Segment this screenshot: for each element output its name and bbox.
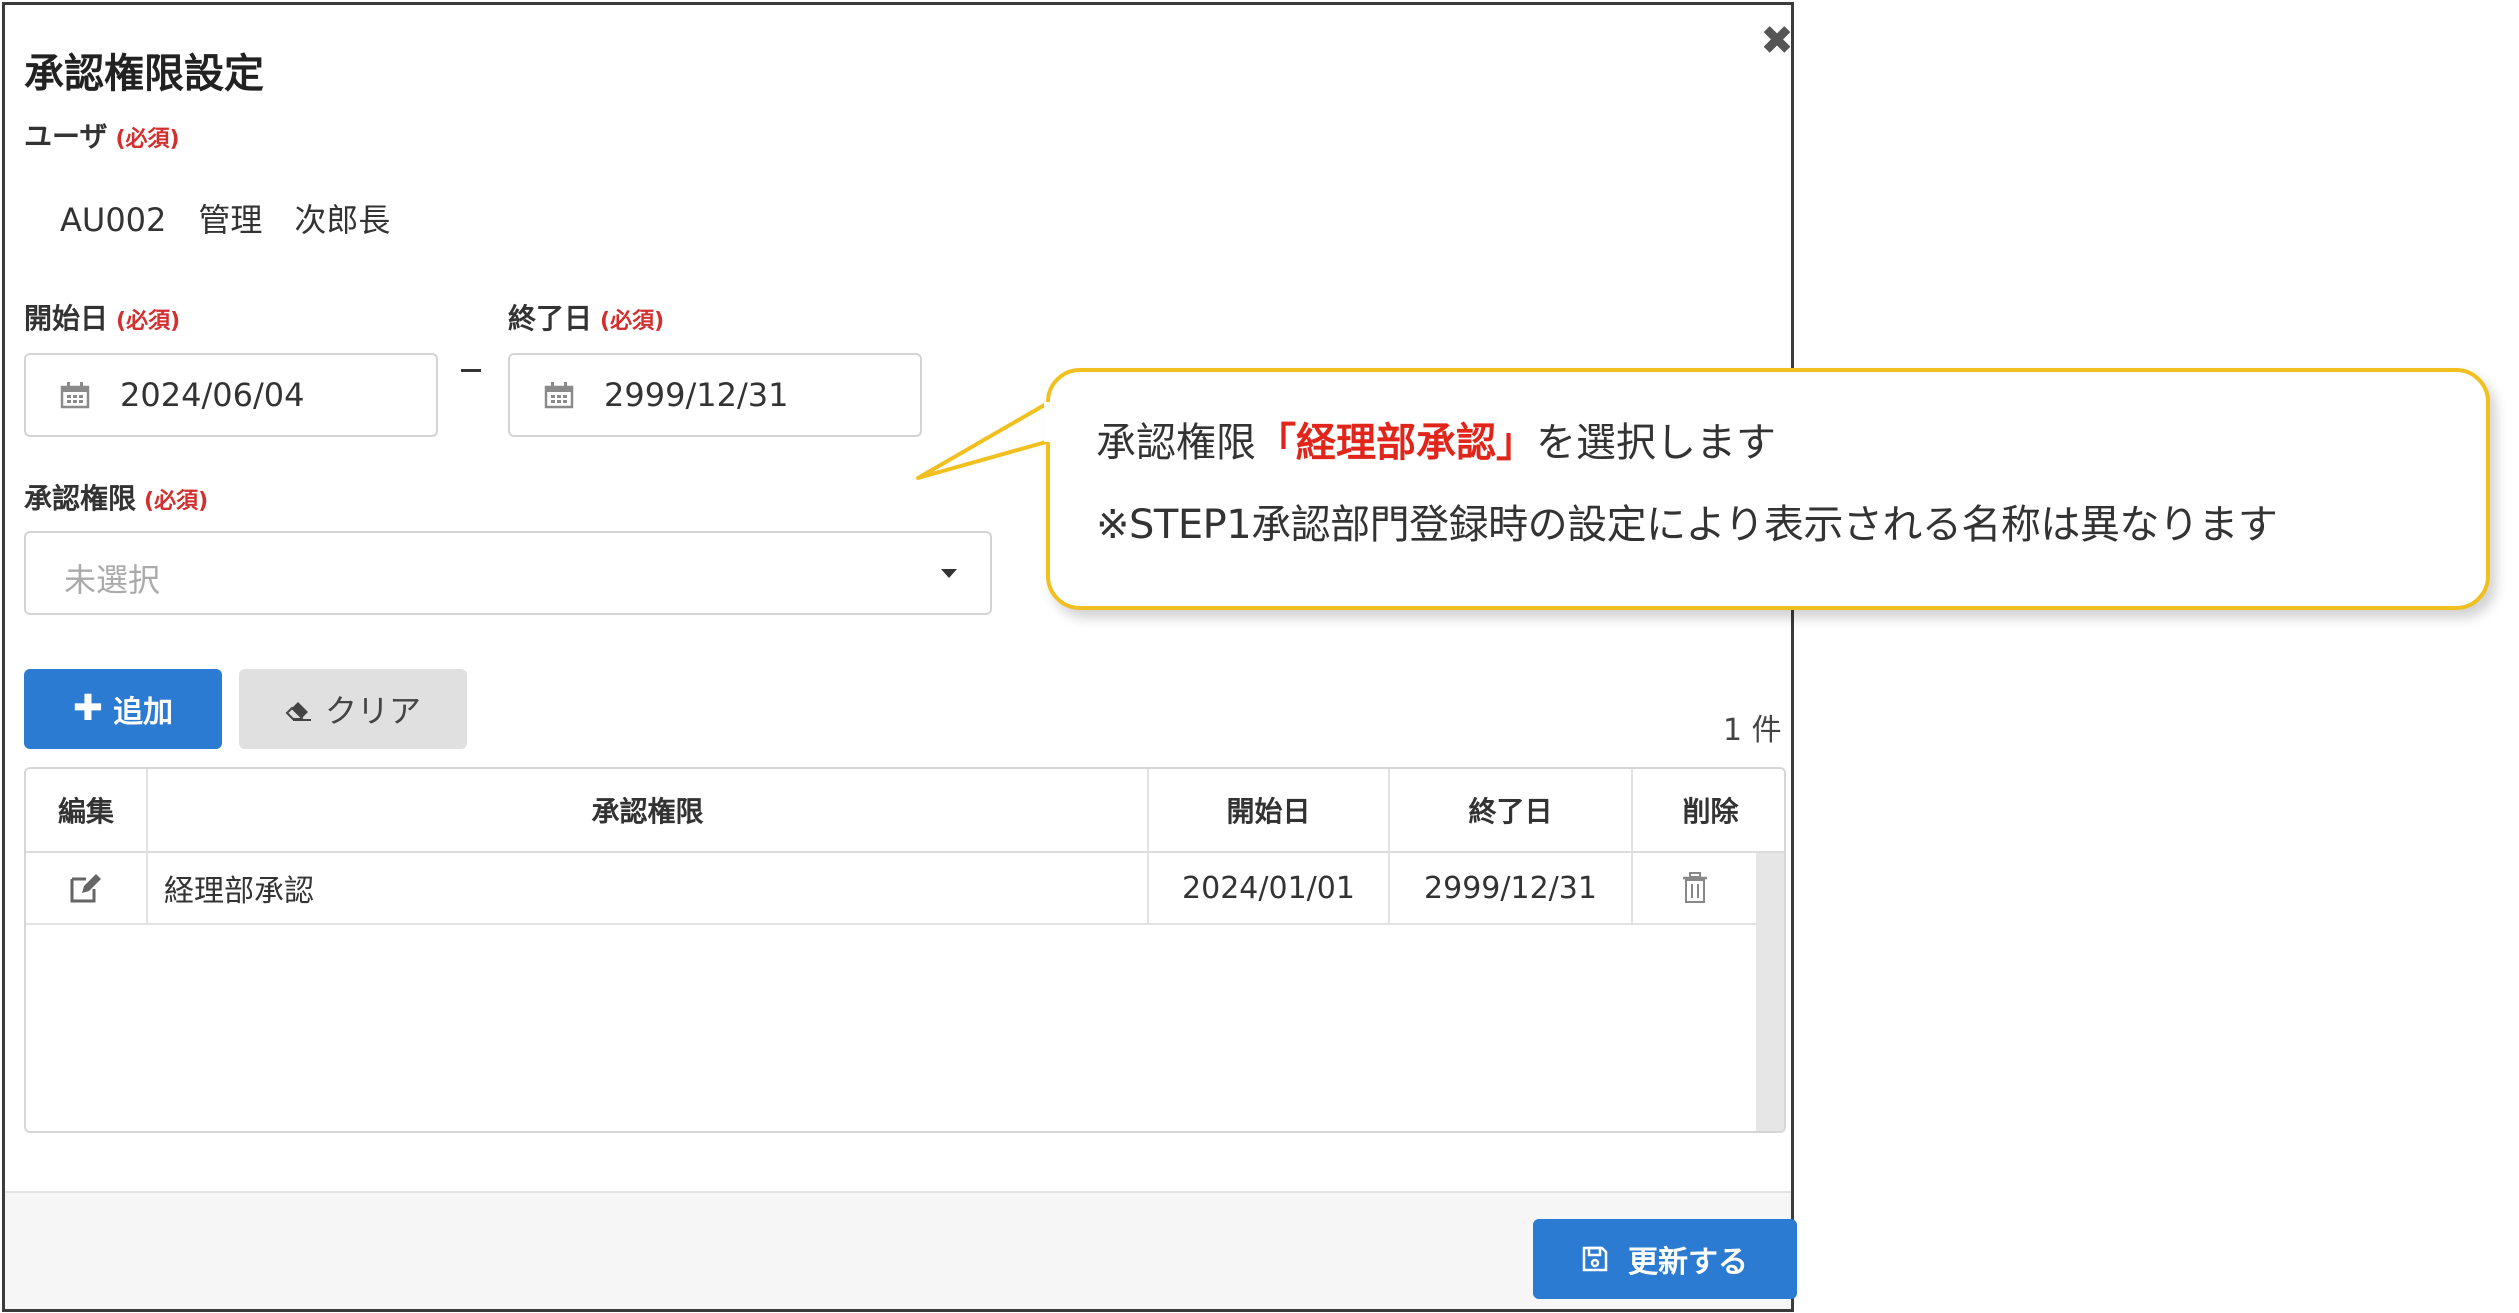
end-date-value: 2999/12/31 <box>604 376 789 414</box>
end-date-cell: 2999/12/31 <box>1390 853 1633 925</box>
eraser-icon <box>285 702 311 721</box>
date-range-separator <box>461 369 481 372</box>
delete-cell <box>1633 853 1756 925</box>
calendar-icon <box>544 382 574 409</box>
required-mark: (必須) <box>144 489 209 514</box>
column-header-edit: 編集 <box>26 769 148 853</box>
edit-icon[interactable] <box>68 871 104 905</box>
authority-label-text: 承認権限 <box>24 482 137 515</box>
required-mark: (必須) <box>116 309 181 334</box>
end-date-label-text: 終了日 <box>508 302 593 335</box>
column-header-delete: 削除 <box>1633 769 1784 853</box>
required-mark: (必須) <box>600 309 665 334</box>
end-date-input[interactable]: 2999/12/31 <box>508 353 922 437</box>
column-header-authority: 承認権限 <box>148 769 1149 853</box>
add-button[interactable]: ✚ 追加 <box>24 669 222 749</box>
close-icon[interactable]: ✖ <box>1757 21 1797 61</box>
callout-text-after: を選択します <box>1536 420 1776 466</box>
user-value: AU002 管理 次郎長 <box>60 201 391 239</box>
record-count: 1 件 <box>1723 713 1782 748</box>
column-header-end-date: 終了日 <box>1390 769 1633 853</box>
update-button-label: 更新する <box>1628 1245 1748 1280</box>
edit-cell <box>26 853 148 925</box>
dialog-title: 承認権限設定 <box>24 51 264 97</box>
start-date-value: 2024/06/04 <box>120 376 305 414</box>
instruction-callout: 承認権限「経理部承認」を選択します ※STEP1承認部門登録時の設定により表示さ… <box>1046 368 2490 610</box>
clear-button-label: クリア <box>324 692 421 730</box>
update-button[interactable]: 更新する <box>1533 1219 1797 1299</box>
calendar-icon <box>60 382 90 409</box>
plus-icon: ✚ <box>72 688 104 729</box>
clear-button[interactable]: クリア <box>239 669 467 749</box>
add-button-label: 追加 <box>113 695 174 730</box>
authority-label: 承認権限 (必須) <box>24 477 208 517</box>
end-date-label: 終了日 (必須) <box>508 297 664 337</box>
callout-tail-joint <box>1044 402 1052 442</box>
callout-highlight: 「経理部承認」 <box>1256 420 1536 466</box>
save-icon <box>1582 1246 1608 1272</box>
authority-select-placeholder: 未選択 <box>64 561 161 599</box>
start-date-input[interactable]: 2024/06/04 <box>24 353 438 437</box>
start-date-label: 開始日 (必須) <box>24 297 180 337</box>
table-scrollbar[interactable] <box>1756 853 1784 1131</box>
column-header-start-date: 開始日 <box>1149 769 1390 853</box>
callout-text-before: 承認権限 <box>1096 420 1256 466</box>
callout-line-2: ※STEP1承認部門登録時の設定により表示される名称は異なります <box>1096 502 2278 548</box>
user-label: ユーザ (必須) <box>24 115 180 155</box>
start-date-cell: 2024/01/01 <box>1149 853 1390 925</box>
authority-table: 編集 承認権限 開始日 終了日 削除 経理部承認 2024/01/01 2999… <box>24 767 1786 1133</box>
chevron-down-icon <box>941 569 957 578</box>
dialog-footer: 更新する <box>5 1191 1797 1309</box>
authority-cell: 経理部承認 <box>148 853 1149 925</box>
start-date-label-text: 開始日 <box>24 302 109 335</box>
user-label-text: ユーザ <box>24 120 108 153</box>
callout-line-1: 承認権限「経理部承認」を選択します <box>1096 410 1776 468</box>
approval-authority-dialog: ✖ 承認権限設定 ユーザ (必須) AU002 管理 次郎長 開始日 (必須) 20… <box>2 2 1797 1312</box>
trash-icon[interactable] <box>1681 871 1709 905</box>
authority-select[interactable]: 未選択 <box>24 531 992 615</box>
required-mark: (必須) <box>115 127 180 152</box>
